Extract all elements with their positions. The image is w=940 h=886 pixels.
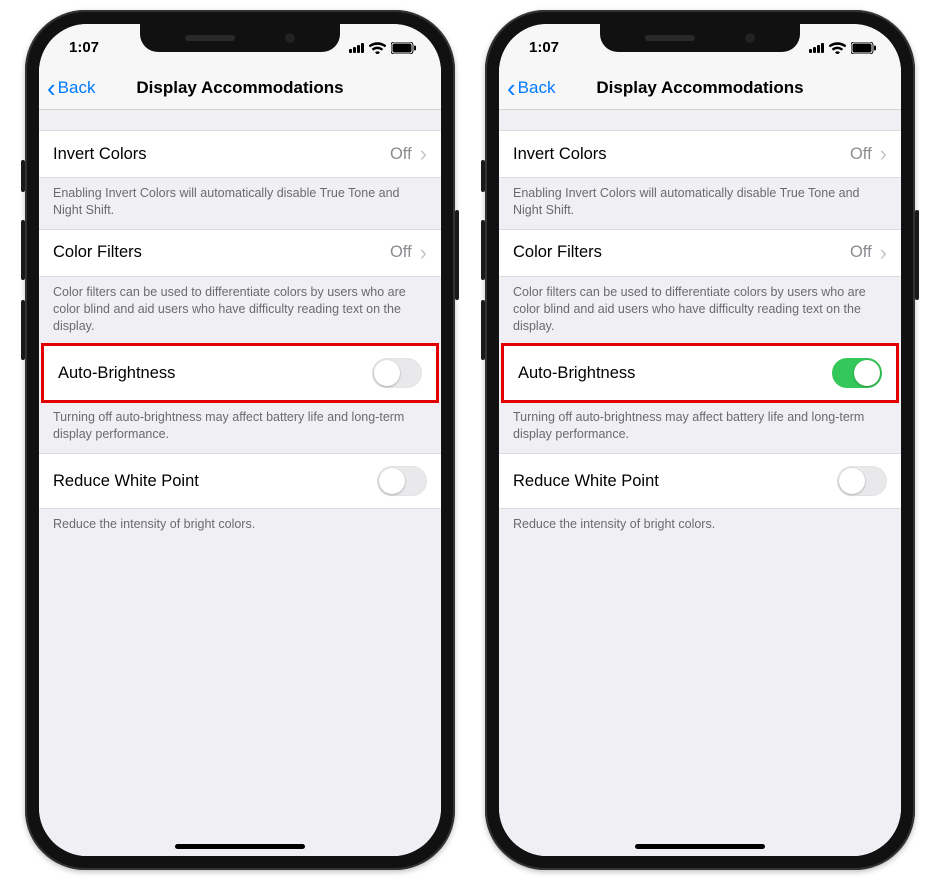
chevron-right-icon: › [880, 143, 887, 165]
row-value: Off [850, 243, 872, 262]
row-color-filters[interactable]: Color Filters Off › [39, 229, 441, 277]
footer-filters: Color filters can be used to differentia… [39, 277, 441, 345]
chevron-right-icon: › [420, 143, 427, 165]
footer-filters: Color filters can be used to differentia… [499, 277, 901, 345]
row-invert-colors[interactable]: Invert Colors Off › [499, 130, 901, 178]
auto-brightness-toggle[interactable] [372, 358, 422, 388]
chevron-left-icon: ‹ [47, 75, 56, 101]
row-label: Reduce White Point [53, 472, 199, 491]
footer-white: Reduce the intensity of bright colors. [39, 509, 441, 543]
footer-invert: Enabling Invert Colors will automaticall… [499, 178, 901, 229]
row-label: Invert Colors [53, 145, 147, 164]
home-indicator[interactable] [635, 844, 765, 849]
reduce-white-point-toggle[interactable] [377, 466, 427, 496]
chevron-left-icon: ‹ [507, 75, 516, 101]
footer-white: Reduce the intensity of bright colors. [499, 509, 901, 543]
highlight-auto-brightness: Auto-Brightness [501, 343, 899, 403]
phone-left: 1:07 ‹ Back Display Accommodations Inv [25, 10, 455, 870]
row-label: Color Filters [513, 243, 602, 262]
page-title: Display Accommodations [136, 78, 343, 98]
row-auto-brightness[interactable]: Auto-Brightness [504, 346, 896, 400]
row-label: Color Filters [53, 243, 142, 262]
row-auto-brightness[interactable]: Auto-Brightness [44, 346, 436, 400]
row-label: Auto-Brightness [518, 364, 635, 383]
back-button[interactable]: ‹ Back [507, 66, 555, 109]
row-color-filters[interactable]: Color Filters Off › [499, 229, 901, 277]
row-label: Reduce White Point [513, 472, 659, 491]
footer-auto: Turning off auto-brightness may affect b… [499, 402, 901, 453]
home-indicator[interactable] [175, 844, 305, 849]
chevron-right-icon: › [880, 242, 887, 264]
row-reduce-white-point[interactable]: Reduce White Point [499, 453, 901, 509]
page-title: Display Accommodations [596, 78, 803, 98]
wifi-icon [829, 42, 846, 54]
nav-bar: ‹ Back Display Accommodations [499, 66, 901, 110]
cellular-icon [349, 43, 364, 53]
row-value: Off [390, 145, 412, 164]
cellular-icon [809, 43, 824, 53]
reduce-white-point-toggle[interactable] [837, 466, 887, 496]
footer-auto: Turning off auto-brightness may affect b… [39, 402, 441, 453]
highlight-auto-brightness: Auto-Brightness [41, 343, 439, 403]
status-time: 1:07 [69, 39, 99, 56]
back-label: Back [518, 78, 556, 98]
nav-bar: ‹ Back Display Accommodations [39, 66, 441, 110]
battery-icon [391, 42, 417, 54]
row-value: Off [850, 145, 872, 164]
row-value: Off [390, 243, 412, 262]
row-label: Invert Colors [513, 145, 607, 164]
row-label: Auto-Brightness [58, 364, 175, 383]
footer-invert: Enabling Invert Colors will automaticall… [39, 178, 441, 229]
status-time: 1:07 [529, 39, 559, 56]
phone-right: 1:07 ‹ Back Display Accommodations Inv [485, 10, 915, 870]
back-button[interactable]: ‹ Back [47, 66, 95, 109]
wifi-icon [369, 42, 386, 54]
auto-brightness-toggle[interactable] [832, 358, 882, 388]
back-label: Back [58, 78, 96, 98]
chevron-right-icon: › [420, 242, 427, 264]
battery-icon [851, 42, 877, 54]
row-reduce-white-point[interactable]: Reduce White Point [39, 453, 441, 509]
row-invert-colors[interactable]: Invert Colors Off › [39, 130, 441, 178]
